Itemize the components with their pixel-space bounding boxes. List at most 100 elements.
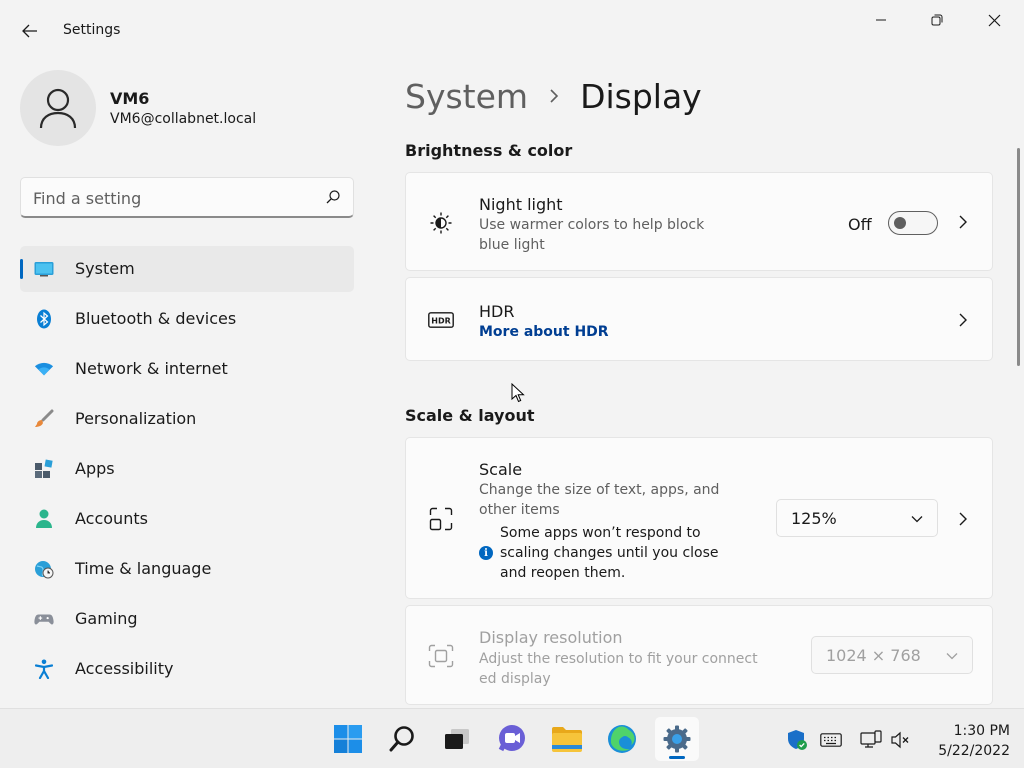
resolution-icon (428, 643, 454, 669)
user-icon (39, 88, 77, 129)
active-indicator (20, 259, 23, 279)
edge-browser-icon (608, 725, 636, 753)
user-email: VM6@collabnet.local (110, 111, 257, 127)
back-button[interactable] (14, 16, 46, 46)
clock-date: 5/22/2022 (938, 743, 1010, 759)
scrollbar-thumb[interactable] (1017, 148, 1020, 366)
taskbar-search-button[interactable] (381, 717, 425, 761)
sidebar-item-label: Personalization (75, 409, 197, 428)
more-about-hdr-link[interactable]: More about HDR (479, 324, 609, 340)
edge-button[interactable] (600, 717, 644, 761)
brightness-icon (428, 210, 454, 236)
clock[interactable]: 1:30 PM 5/22/2022 (920, 721, 1010, 761)
gamepad-icon (34, 609, 54, 629)
sidebar-item-label: System (75, 259, 135, 278)
sidebar-item-accessibility[interactable]: Accessibility (20, 646, 354, 692)
scale-dropdown[interactable]: 125% (776, 499, 938, 537)
night-light-card[interactable]: Night light Use warmer colors to help bl… (405, 172, 993, 271)
chevron-right-icon (528, 88, 580, 104)
scale-icon (428, 506, 454, 532)
sidebar-item-label: Time & language (75, 559, 212, 578)
chevron-right-icon[interactable] (956, 313, 970, 327)
search-box[interactable] (20, 177, 354, 218)
minimize-button[interactable] (858, 4, 904, 36)
close-icon (988, 14, 1000, 26)
sidebar-item-label: Apps (75, 459, 115, 478)
accessibility-icon (34, 659, 54, 679)
sidebar-item-label: Bluetooth & devices (75, 309, 237, 328)
chevron-down-icon (946, 651, 958, 661)
sidebar-item-label: Gaming (75, 609, 138, 628)
night-light-toggle[interactable] (888, 211, 938, 235)
section-title-scale-layout: Scale & layout (405, 406, 535, 425)
night-light-desc: Use warmer colors to help block blue lig… (479, 217, 705, 253)
running-indicator (669, 756, 685, 759)
clock-time: 1:30 PM (953, 723, 1010, 739)
windows-logo-icon (334, 725, 362, 753)
monitor-icon (34, 259, 54, 279)
close-button[interactable] (971, 4, 1017, 36)
sidebar-item-personalization[interactable]: Personalization (20, 396, 354, 442)
resolution-value: 1024 × 768 (826, 646, 921, 665)
night-light-title: Night light (479, 195, 563, 214)
sidebar-item-time-language[interactable]: Time & language (20, 546, 354, 592)
scale-note: Some apps won’t respond to scaling chang… (500, 525, 719, 581)
user-name: VM6 (110, 89, 150, 108)
file-explorer-button[interactable] (545, 717, 589, 761)
globe-clock-icon (34, 559, 54, 579)
sidebar-item-gaming[interactable]: Gaming (20, 596, 354, 642)
info-icon: i (479, 546, 493, 560)
search-input[interactable] (33, 187, 313, 209)
hdr-card[interactable]: HDR HDR More about HDR (405, 277, 993, 361)
sidebar-item-label: Accounts (75, 509, 148, 528)
restore-icon (931, 14, 943, 26)
apps-icon (34, 459, 54, 479)
bluetooth-icon (34, 309, 54, 329)
chevron-right-icon[interactable] (956, 215, 970, 229)
gear-icon (663, 725, 691, 753)
night-light-state: Off (848, 215, 872, 234)
task-view-button[interactable] (435, 717, 479, 761)
sidebar-item-system[interactable]: System (20, 246, 354, 292)
chevron-down-icon (911, 514, 923, 524)
sidebar-item-label: Accessibility (75, 659, 174, 678)
mouse-cursor-icon (511, 383, 525, 403)
toggle-knob (894, 217, 906, 229)
resolution-dropdown: 1024 × 768 (811, 636, 973, 674)
back-arrow-icon (22, 24, 37, 38)
network-icon[interactable] (860, 729, 882, 751)
hdr-title: HDR (479, 302, 515, 321)
display-resolution-card: Display resolution Adjust the resolution… (405, 605, 993, 705)
search-icon[interactable] (325, 189, 341, 205)
taskbar: 1:30 PM 5/22/2022 (0, 708, 1024, 768)
restore-button[interactable] (914, 4, 960, 36)
start-button[interactable] (326, 717, 370, 761)
teams-chat-icon (498, 725, 525, 752)
sidebar-item-accounts[interactable]: Accounts (20, 496, 354, 542)
app-title: Settings (63, 22, 121, 38)
sidebar-item-bluetooth[interactable]: Bluetooth & devices (20, 296, 354, 342)
minimize-icon (876, 19, 886, 21)
volume-muted-icon[interactable] (890, 729, 912, 751)
scale-desc: Change the size of text, apps, and other… (479, 482, 720, 518)
scale-card[interactable]: Scale Change the size of text, apps, and… (405, 437, 993, 599)
account-icon (34, 509, 54, 529)
avatar[interactable] (20, 70, 96, 146)
chevron-right-icon[interactable] (956, 512, 970, 526)
sidebar-item-apps[interactable]: Apps (20, 446, 354, 492)
sidebar-item-label: Network & internet (75, 359, 228, 378)
chat-button[interactable] (490, 717, 534, 761)
page-title: Display (580, 76, 702, 116)
windows-security-icon[interactable] (786, 729, 808, 751)
sidebar-item-network[interactable]: Network & internet (20, 346, 354, 392)
keyboard-icon[interactable] (820, 729, 842, 751)
svg-text:HDR: HDR (431, 317, 451, 326)
settings-window: Settings VM6 VM6@collabnet.local System … (0, 0, 1024, 708)
settings-taskbar-button[interactable] (655, 717, 699, 761)
display-resolution-title: Display resolution (479, 628, 623, 647)
task-view-icon (445, 729, 469, 749)
breadcrumb: System Display (405, 74, 702, 118)
scale-title: Scale (479, 460, 523, 479)
breadcrumb-parent[interactable]: System (405, 77, 528, 116)
wifi-icon (34, 359, 54, 379)
